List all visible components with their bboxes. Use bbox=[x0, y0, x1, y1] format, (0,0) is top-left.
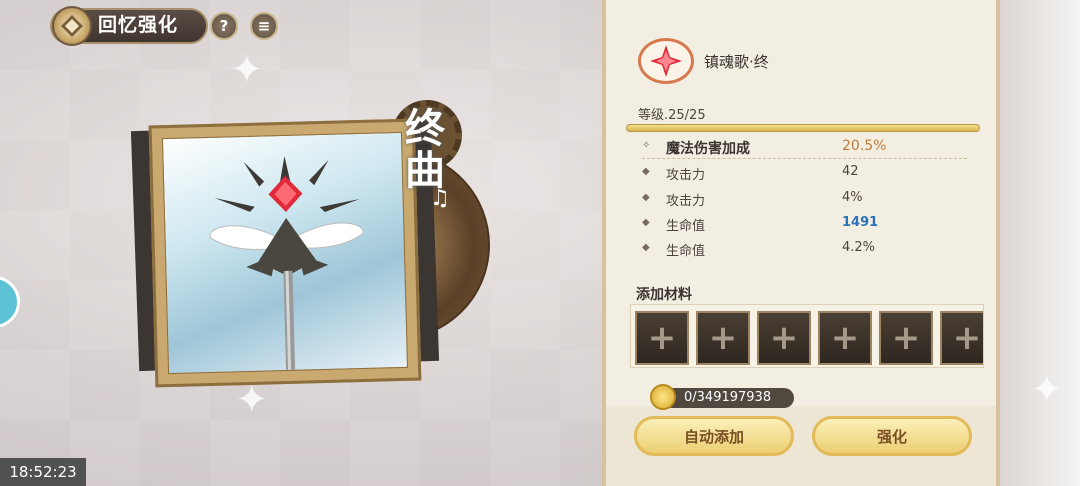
material-slots: + + + + + + bbox=[630, 304, 984, 368]
stat-label: 生命值 bbox=[666, 244, 706, 259]
item-icon[interactable] bbox=[638, 38, 694, 84]
help-icon: ? bbox=[219, 17, 229, 35]
material-slot[interactable]: + bbox=[757, 311, 811, 365]
stat-row: ◆ 生命值 4.2% bbox=[642, 240, 967, 262]
stat-row: ◆ 生命值 1491 bbox=[642, 215, 967, 237]
stat-value: 4% bbox=[842, 190, 863, 205]
clock: 18:52:23 bbox=[0, 458, 86, 486]
material-slot[interactable]: + bbox=[696, 311, 750, 365]
stat-label: 攻击力 bbox=[666, 168, 706, 183]
stat-value: 20.5% bbox=[842, 138, 887, 154]
info-button[interactable]: ≡ bbox=[250, 12, 278, 40]
stat-value: 4.2% bbox=[842, 240, 876, 255]
document-icon: ≡ bbox=[257, 17, 271, 35]
sparkle-icon: ✦ bbox=[1030, 367, 1064, 413]
material-slot[interactable]: + bbox=[635, 311, 689, 365]
stat-row-primary: ✧ 魔法伤害加成 20.5% bbox=[642, 138, 967, 160]
materials-title: 添加材料 bbox=[636, 287, 692, 303]
help-button[interactable]: ? bbox=[210, 12, 238, 40]
sparkle-icon: ✦ bbox=[230, 47, 264, 93]
enhance-panel: 镇魂歌·终 等级.25/25 ✧ 魔法伤害加成 20.5% ◆ 攻击力 42 ◆… bbox=[602, 0, 1000, 486]
item-name: 镇魂歌·终 bbox=[704, 53, 769, 71]
stat-row: ◆ 攻击力 42 bbox=[642, 164, 967, 186]
material-slot[interactable]: + bbox=[940, 311, 983, 365]
level-progress-bar bbox=[626, 124, 980, 132]
material-slot[interactable]: + bbox=[818, 311, 872, 365]
back-emblem-icon[interactable] bbox=[52, 6, 92, 46]
level-text: 等级.25/25 bbox=[638, 108, 706, 123]
sparkle-icon: ✦ bbox=[235, 377, 269, 423]
music-note-icon: ♫ bbox=[430, 186, 450, 211]
stat-value: 1491 bbox=[842, 215, 879, 230]
stat-label: 生命值 bbox=[666, 219, 706, 234]
enhance-button[interactable]: 强化 bbox=[812, 416, 972, 456]
stat-label: 攻击力 bbox=[666, 194, 706, 209]
card-title: 终 曲 bbox=[405, 108, 445, 192]
gold-amount: 0/349197938 bbox=[684, 390, 772, 405]
page-title: 回忆强化 bbox=[98, 14, 179, 36]
card-title-char: 终 bbox=[405, 105, 445, 152]
diamond-bullet-icon: ◆ bbox=[642, 166, 650, 177]
stat-value: 42 bbox=[842, 164, 859, 179]
stat-row: ◆ 攻击力 4% bbox=[642, 190, 967, 212]
gold-coin-icon bbox=[650, 384, 676, 410]
diamond-bullet-icon: ◆ bbox=[642, 192, 650, 203]
memory-card bbox=[148, 118, 422, 388]
right-decoration bbox=[1000, 0, 1080, 486]
material-slot[interactable]: + bbox=[879, 311, 933, 365]
star-bullet-icon: ✧ bbox=[642, 140, 651, 151]
card-artwork bbox=[161, 131, 409, 375]
auto-add-button[interactable]: 自动添加 bbox=[634, 416, 794, 456]
staff-illustration bbox=[209, 155, 364, 375]
stat-label: 魔法伤害加成 bbox=[666, 141, 750, 157]
diamond-bullet-icon: ◆ bbox=[642, 242, 650, 253]
stats-divider bbox=[642, 158, 967, 159]
diamond-bullet-icon: ◆ bbox=[642, 217, 650, 228]
red-gem-icon bbox=[650, 45, 682, 77]
